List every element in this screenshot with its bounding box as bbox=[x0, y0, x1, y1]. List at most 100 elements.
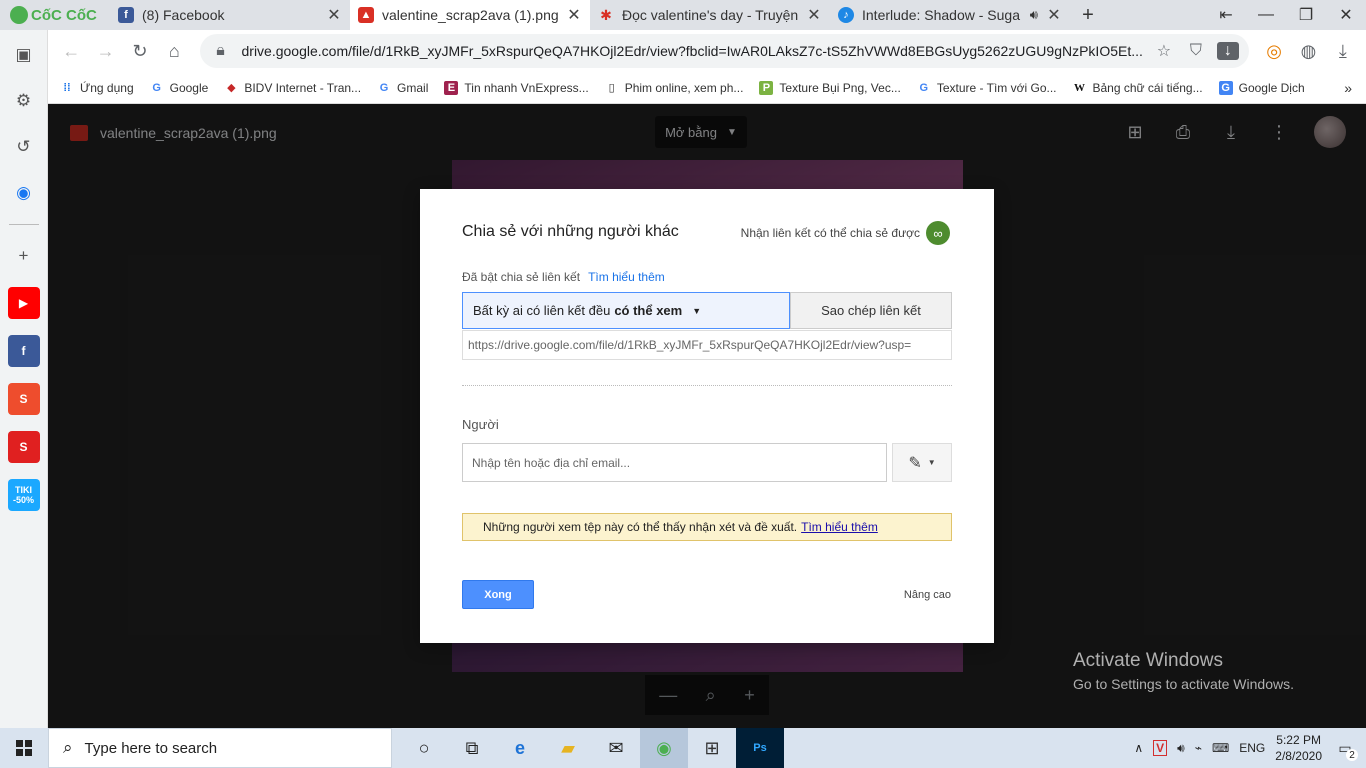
forward-button[interactable]: → bbox=[90, 35, 120, 67]
copy-link-button[interactable]: Sao chép liên kết bbox=[790, 292, 952, 329]
coccoc-logo[interactable]: CốC CốC bbox=[0, 0, 110, 30]
messenger-icon[interactable]: ◉ bbox=[9, 178, 39, 208]
start-button[interactable] bbox=[0, 728, 48, 768]
share-url-field[interactable]: https://drive.google.com/file/d/1RkB_xyJ… bbox=[462, 330, 952, 360]
permission-dropdown[interactable]: Bất kỳ ai có liên kết đều có thể xem ▼ bbox=[462, 292, 790, 329]
windows-taskbar: ⌕ Type here to search ○ ⧉ e ▰ ✉ ◉ ⊞ Ps ∧… bbox=[0, 728, 1366, 768]
bookmark-apps[interactable]: ⁞⁞ Ứng dụng bbox=[60, 80, 134, 95]
maple-leaf-icon: ✱ bbox=[600, 6, 612, 23]
bookmarks-overflow-icon[interactable]: » bbox=[1344, 80, 1352, 96]
chevron-up-icon[interactable]: ∧ bbox=[1134, 741, 1143, 755]
task-view-icon[interactable]: ⧉ bbox=[448, 728, 496, 768]
tiki-app-icon[interactable]: TIKI -50% bbox=[7, 479, 40, 511]
downloads-icon[interactable]: ⤓ bbox=[1328, 35, 1358, 67]
bookmark-vnexpress[interactable]: E Tin nhanh VnExpress... bbox=[444, 80, 589, 95]
translate-icon: G bbox=[1218, 80, 1233, 95]
email-input[interactable]: Nhập tên hoặc địa chỉ email... bbox=[462, 443, 887, 482]
unikey-icon[interactable]: V bbox=[1153, 740, 1168, 756]
profile-icon[interactable]: ◍ bbox=[1293, 35, 1323, 67]
bookmark-google[interactable]: G Google bbox=[150, 80, 209, 95]
sendo-app-icon[interactable]: S bbox=[7, 431, 40, 463]
shield-icon[interactable]: ⛉ bbox=[1185, 42, 1207, 60]
vnexpress-icon: E bbox=[444, 80, 459, 95]
learn-more-link[interactable]: Tìm hiểu thêm bbox=[588, 270, 665, 284]
youtube-app-icon[interactable]: ▶ bbox=[7, 287, 40, 319]
tab-valentine-story[interactable]: ✱ Đọc valentine's day - Truyện T ✕ bbox=[590, 0, 830, 30]
pencil-icon: ✎ bbox=[908, 454, 922, 472]
close-icon[interactable]: ✕ bbox=[326, 5, 342, 25]
notifications-icon[interactable]: ▭ 2 bbox=[1332, 735, 1358, 761]
store-icon[interactable]: ⊞ bbox=[688, 728, 736, 768]
notice-learn-more-link[interactable]: Tìm hiểu thêm bbox=[801, 520, 878, 534]
bookmark-label: Bảng chữ cái tiếng... bbox=[1092, 80, 1203, 95]
url-text[interactable]: drive.google.com/file/d/1RkB_xyJMFr_5xRs… bbox=[242, 43, 1143, 59]
add-app-icon[interactable]: + bbox=[9, 241, 39, 271]
close-icon[interactable]: ✕ bbox=[566, 5, 582, 25]
close-icon[interactable]: ✕ bbox=[806, 5, 822, 25]
close-icon[interactable]: ✕ bbox=[1046, 5, 1062, 25]
permission-pencil-button[interactable]: ✎ ▼ bbox=[892, 443, 952, 482]
volume-icon[interactable]: 🔊︎ bbox=[1177, 741, 1185, 756]
minimize-icon[interactable]: ⇤ bbox=[1206, 0, 1246, 30]
taskbar-apps: ○ ⧉ e ▰ ✉ ◉ ⊞ Ps bbox=[400, 728, 784, 768]
photoshop-icon[interactable]: Ps bbox=[736, 728, 784, 768]
activate-windows-watermark: Activate Windows Go to Settings to activ… bbox=[1073, 650, 1294, 692]
clock[interactable]: 5:22 PM 2/8/2020 bbox=[1275, 732, 1322, 764]
system-tray: ∧ V 🔊︎ ⌁ ⌨ ENG 5:22 PM 2/8/2020 ▭ 2 bbox=[1134, 732, 1366, 764]
bookmark-texture-png[interactable]: P Texture Bụi Png, Vec... bbox=[759, 80, 901, 95]
language-indicator[interactable]: ENG bbox=[1239, 741, 1265, 755]
bookmark-bidv[interactable]: ◆ BIDV Internet - Tran... bbox=[224, 81, 361, 95]
bookmark-label: Tin nhanh VnExpress... bbox=[464, 80, 589, 95]
new-tab-button[interactable]: + bbox=[1070, 0, 1106, 30]
extension-icon[interactable]: ◎ bbox=[1259, 35, 1289, 67]
bookmark-wiki[interactable]: W Bảng chữ cái tiếng... bbox=[1073, 81, 1203, 95]
settings-icon[interactable]: ⚙ bbox=[9, 86, 39, 116]
tab-drive-image[interactable]: ▲ valentine_scrap2ava (1).png - ✕ bbox=[350, 0, 590, 30]
reload-button[interactable]: ↻ bbox=[125, 35, 155, 67]
bidv-icon: ◆ bbox=[227, 82, 236, 94]
sidebar-toggle-icon[interactable]: ▣ bbox=[9, 40, 39, 70]
bookmark-texture-search[interactable]: G Texture - Tìm với Go... bbox=[917, 81, 1057, 95]
shopee-app-icon[interactable]: S bbox=[7, 383, 40, 415]
star-icon[interactable]: ☆ bbox=[1153, 41, 1175, 61]
link-icon[interactable]: ∞ bbox=[926, 221, 950, 245]
sidebar-divider bbox=[8, 224, 39, 225]
tab-facebook[interactable]: f (8) Facebook ✕ bbox=[110, 0, 350, 30]
lock-icon[interactable]: 🔒︎ bbox=[210, 42, 232, 60]
apps-grid-icon: ⁞⁞ bbox=[63, 81, 71, 94]
home-button[interactable]: ⌂ bbox=[159, 35, 189, 67]
advanced-link[interactable]: Nâng cao bbox=[904, 589, 951, 601]
file-explorer-icon[interactable]: ▰ bbox=[544, 728, 592, 768]
tab-interlude[interactable]: ♪ Interlude: Shadow - Suga 🔊︎ ✕ bbox=[830, 0, 1070, 30]
cortana-icon[interactable]: ○ bbox=[400, 728, 448, 768]
history-icon[interactable]: ↺ bbox=[9, 132, 39, 162]
back-button[interactable]: ← bbox=[56, 35, 86, 67]
bookmark-translate[interactable]: G Google Dịch bbox=[1218, 80, 1305, 95]
speaker-icon[interactable]: 🔊︎ bbox=[1030, 7, 1038, 23]
coccoc-logo-icon bbox=[10, 6, 28, 24]
download-page-icon[interactable]: ↓ bbox=[1216, 42, 1239, 60]
window-controls: ⇤ — ❐ ✕ bbox=[1206, 0, 1366, 30]
minimize-button[interactable]: — bbox=[1246, 0, 1286, 30]
tab-title: valentine_scrap2ava (1).png - bbox=[382, 7, 558, 23]
edge-icon[interactable]: e bbox=[496, 728, 544, 768]
coccoc-taskbar-icon[interactable]: ◉ bbox=[640, 728, 688, 768]
mail-icon[interactable]: ✉ bbox=[592, 728, 640, 768]
restore-button[interactable]: ❐ bbox=[1286, 0, 1326, 30]
network-icon[interactable]: ⌁ bbox=[1195, 741, 1202, 755]
facebook-app-icon[interactable]: f bbox=[7, 335, 40, 367]
permission-prefix: Bất kỳ ai có liên kết đều bbox=[473, 303, 611, 318]
close-window-button[interactable]: ✕ bbox=[1326, 0, 1366, 30]
bookmark-phim[interactable]: ▯ Phim online, xem ph... bbox=[605, 81, 744, 95]
keyboard-icon[interactable]: ⌨ bbox=[1212, 741, 1229, 755]
bookmark-label: Google bbox=[169, 80, 209, 95]
done-button[interactable]: Xong bbox=[462, 580, 534, 609]
people-label: Người bbox=[462, 417, 499, 432]
tab-title: (8) Facebook bbox=[142, 7, 225, 23]
search-placeholder: Type here to search bbox=[84, 739, 218, 757]
taskbar-search[interactable]: ⌕ Type here to search bbox=[48, 728, 392, 768]
get-shareable-link[interactable]: Nhận liên kết có thể chia sẻ được ∞ bbox=[741, 221, 950, 245]
bookmark-gmail[interactable]: G Gmail bbox=[377, 81, 429, 95]
bookmark-label: Ứng dụng bbox=[80, 80, 134, 95]
address-bar[interactable]: 🔒︎ drive.google.com/file/d/1RkB_xyJMFr_5… bbox=[199, 34, 1249, 68]
